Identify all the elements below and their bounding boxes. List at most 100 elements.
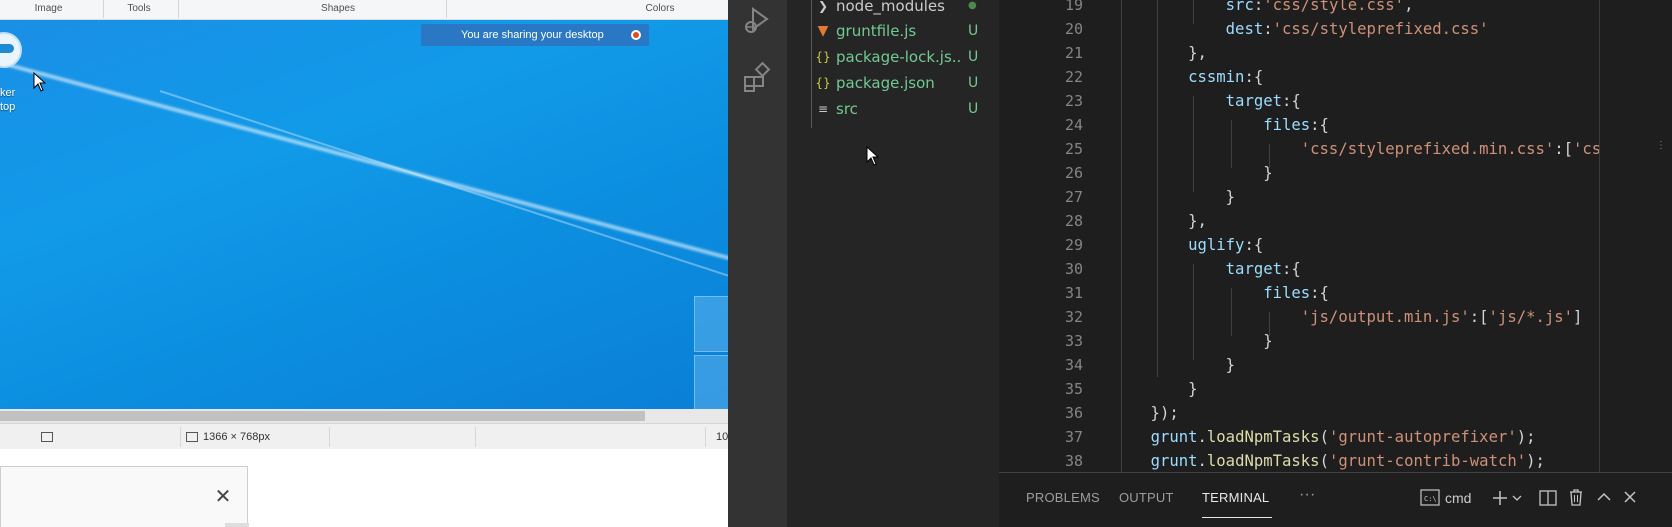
line-number: 33	[1064, 332, 1083, 350]
editor-ruler	[1599, 0, 1600, 472]
line-number: 37	[1064, 428, 1083, 446]
git-status-dot: ●	[968, 0, 977, 11]
active-tab-indicator	[1202, 517, 1272, 518]
json-icon: {}	[815, 50, 831, 64]
split-terminal-icon[interactable]	[1539, 489, 1557, 507]
chevron-right-icon: ❯	[817, 0, 829, 13]
git-status-untracked: U	[968, 101, 979, 117]
activity-bar	[728, 0, 787, 527]
wallpaper-light-beam	[159, 90, 728, 309]
ribbon-group-labels: Image Tools Shapes Colors	[0, 0, 728, 20]
code-line-38: grunt.loadNpmTasks('grunt-contrib-watch'…	[1150, 452, 1545, 470]
wallpaper-window-pane	[694, 296, 728, 352]
chevron-up-icon[interactable]	[1596, 490, 1612, 504]
line-number: 27	[1064, 188, 1083, 206]
tree-item-label: gruntfile.js	[836, 22, 917, 40]
tree-item-label: src	[836, 100, 858, 118]
ribbon-divider	[178, 0, 179, 18]
line-number: 22	[1064, 68, 1083, 86]
tree-item-node-modules[interactable]: ❯ node_modules ●	[787, 0, 999, 19]
code-line-33: }	[1113, 332, 1273, 350]
status-divider	[329, 427, 330, 447]
close-icon[interactable]	[1623, 490, 1637, 504]
ribbon-group-shapes[interactable]: Shapes	[232, 3, 444, 14]
json-icon: {}	[815, 76, 831, 90]
code-line-26: }	[1113, 164, 1273, 182]
terminal-name[interactable]: cmd	[1445, 490, 1471, 506]
canvas-dimensions: 1366 × 768px	[203, 431, 270, 443]
line-number: 19	[1064, 0, 1083, 14]
dialog-button-edge[interactable]	[225, 523, 249, 527]
line-number: 21	[1064, 44, 1083, 62]
line-number: 20	[1064, 20, 1083, 38]
tree-item-src[interactable]: ≡ src U	[787, 96, 999, 122]
tree-item-package-lock[interactable]: {} package-lock.js... U	[787, 44, 999, 70]
sharing-banner-text: You are sharing your desktop	[461, 29, 604, 41]
wallpaper-window-pane	[694, 355, 728, 409]
mouse-pointer-icon	[33, 72, 46, 92]
notification-dialog: ✕	[0, 466, 249, 527]
code-line-27: }	[1113, 188, 1236, 206]
trash-icon[interactable]	[1568, 488, 1584, 507]
line-number: 38	[1064, 452, 1083, 470]
svg-text:C:\: C:\	[1424, 495, 1437, 503]
selection-size-icon	[41, 432, 53, 442]
extensions-icon[interactable]	[741, 62, 774, 95]
status-divider	[180, 427, 181, 447]
close-icon[interactable]: ✕	[213, 487, 233, 507]
mouse-pointer-icon	[866, 146, 879, 166]
scrollbar-thumb[interactable]	[0, 411, 645, 421]
ribbon-group-colors[interactable]: Colors	[560, 3, 728, 14]
status-divider	[705, 427, 706, 447]
line-number: 28	[1064, 212, 1083, 230]
ribbon-group-tools[interactable]: Tools	[104, 3, 174, 14]
file-lines-icon: ≡	[817, 102, 829, 116]
line-number: 26	[1064, 164, 1083, 182]
code-line-37: grunt.loadNpmTasks('grunt-autoprefixer')…	[1150, 428, 1536, 446]
code-line-22: cssmin:{	[1188, 68, 1264, 86]
paint-canvas[interactable]: ker top You are sharing your desktop	[0, 20, 728, 409]
code-line-19: src:'css/style.css',	[1225, 0, 1414, 14]
horizontal-scrollbar[interactable]	[0, 409, 728, 423]
code-line-25: 'css/styleprefixed.min.css':['cs	[1300, 140, 1602, 158]
code-line-34: }	[1113, 356, 1236, 374]
desktop-sharing-banner: You are sharing your desktop	[421, 24, 649, 46]
git-status-untracked: U	[968, 49, 979, 65]
code-line-21: },	[1113, 44, 1207, 62]
code-line-23: target:{	[1225, 92, 1301, 110]
line-number: 23	[1064, 92, 1083, 110]
tab-output[interactable]: OUTPUT	[1119, 490, 1174, 505]
code-line-30: target:{	[1225, 260, 1301, 278]
bottom-panel: PROBLEMS OUTPUT TERMINAL ··· C:\ cmd	[999, 472, 1672, 527]
recording-indicator-icon[interactable]	[631, 30, 641, 40]
new-terminal-icon[interactable]	[1491, 489, 1525, 507]
tab-problems[interactable]: PROBLEMS	[1026, 490, 1100, 505]
line-number: 25	[1064, 140, 1083, 158]
tree-item-label: package.json	[836, 74, 935, 92]
more-actions-icon[interactable]: ···	[1299, 486, 1316, 504]
code-line-29: uglify:{	[1188, 236, 1264, 254]
tab-terminal[interactable]: TERMINAL	[1202, 490, 1269, 505]
code-line-20: dest:'css/styleprefixed.css'	[1225, 20, 1489, 38]
docker-whale-icon	[0, 44, 14, 53]
code-editor[interactable]: 19 20 21 22 23 24 25 26 27 28 29 30 31 32 33 34 35 36 37 38…	[999, 0, 1672, 472]
code-line-31: files:{	[1263, 284, 1329, 302]
canvas-size-icon	[186, 432, 198, 442]
git-status-untracked: U	[968, 23, 979, 39]
line-number: 36	[1064, 404, 1083, 422]
code-line-24: files:{	[1263, 116, 1329, 134]
ribbon-group-image[interactable]: Image	[0, 3, 97, 14]
paint-status-bar: 1366 × 768px 10	[0, 423, 728, 449]
run-debug-icon[interactable]	[741, 3, 774, 36]
wallpaper-light-beam	[0, 50, 728, 287]
tree-item-gruntfile[interactable]: ▼ gruntfile.js U	[787, 18, 999, 44]
line-number: 30	[1064, 260, 1083, 278]
line-number: 24	[1064, 116, 1083, 134]
git-status-untracked: U	[968, 75, 979, 91]
tree-item-package-json[interactable]: {} package.json U	[787, 70, 999, 96]
explorer-sidebar: ❯ node_modules ● ▼ gruntfile.js U {} pac…	[787, 0, 999, 527]
line-number: 29	[1064, 236, 1083, 254]
line-number: 34	[1064, 356, 1083, 374]
vscode-window: ❯ node_modules ● ▼ gruntfile.js U {} pac…	[728, 0, 1672, 527]
line-number: 35	[1064, 380, 1083, 398]
